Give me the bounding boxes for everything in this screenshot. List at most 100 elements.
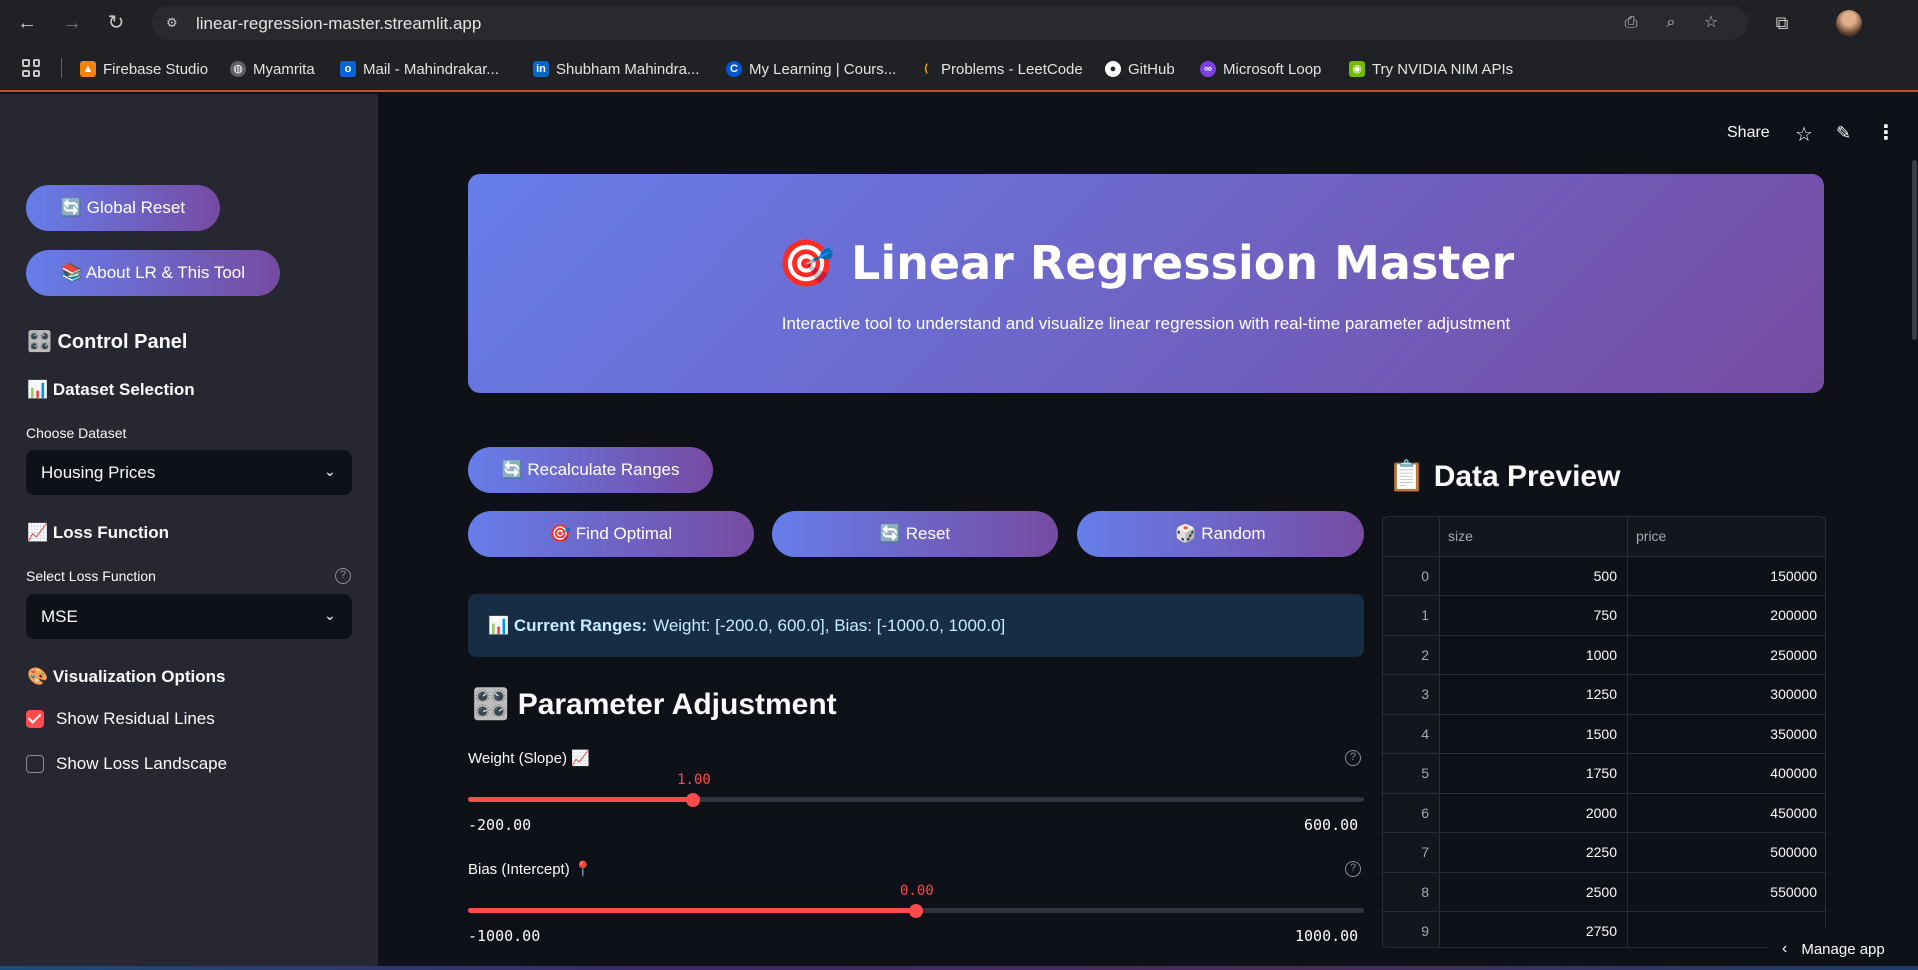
bookmark-star-icon[interactable]: ☆ xyxy=(1700,12,1722,34)
table-row: 4 1500 350000 xyxy=(1383,714,1825,754)
edit-icon[interactable]: ✎ xyxy=(1836,123,1851,144)
help-icon[interactable]: ? xyxy=(1345,861,1361,877)
reload-icon[interactable]: ↻ xyxy=(104,11,128,35)
checkbox-unchecked-icon[interactable] xyxy=(26,755,44,773)
loss-section-heading: 📈 Loss Function xyxy=(27,523,170,542)
bookmark-mail[interactable]: o Mail - Mahindrakar... xyxy=(340,58,499,80)
loss-select[interactable]: MSE ⌄ xyxy=(26,594,352,639)
back-icon[interactable]: ← xyxy=(15,11,39,35)
table-cell: 350000 xyxy=(1770,725,1817,742)
row-index: 4 xyxy=(1383,714,1440,753)
bookmarks-divider xyxy=(61,58,62,78)
leetcode-icon: ⟨ xyxy=(923,63,929,75)
parameter-adjustment-heading: 🎛️ Parameter Adjustment xyxy=(472,688,837,721)
coursera-icon: C xyxy=(726,61,742,77)
table-row: 2 1000 250000 xyxy=(1383,635,1825,675)
table-cell: 750 xyxy=(1440,596,1628,635)
chevron-down-icon: ⌄ xyxy=(324,607,336,623)
browser-toolbar: ← → ↻ ⚙ linear-regression-master.streaml… xyxy=(0,0,1918,46)
url-text[interactable]: linear-regression-master.streamlit.app xyxy=(196,14,481,34)
show-residual-checkbox[interactable]: Show Residual Lines xyxy=(26,709,215,729)
about-button[interactable]: 📚 About LR & This Tool xyxy=(26,250,280,296)
random-button[interactable]: 🎲 Random xyxy=(1077,511,1364,557)
table-cell: 2000 xyxy=(1440,793,1628,832)
row-index: 2 xyxy=(1383,635,1440,674)
bookmark-linkedin[interactable]: in Shubham Mahindra... xyxy=(533,58,699,80)
current-ranges-info: 📊 Current Ranges: Weight: [-200.0, 600.0… xyxy=(468,594,1364,657)
help-icon[interactable]: ? xyxy=(335,568,351,584)
recalculate-ranges-button[interactable]: 🔄 Recalculate Ranges xyxy=(468,447,713,493)
checkbox-checked-icon[interactable] xyxy=(26,710,44,728)
row-index: 9 xyxy=(1383,912,1440,947)
find-optimal-button[interactable]: 🎯 Find Optimal xyxy=(468,511,754,557)
zoom-icon[interactable]: ⌕ xyxy=(1660,12,1682,34)
address-bar[interactable]: ⚙ linear-regression-master.streamlit.app… xyxy=(152,6,1748,40)
table-cell: 400000 xyxy=(1770,765,1817,781)
extensions-icon[interactable]: ⧉ xyxy=(1770,11,1794,35)
dataset-label: Choose Dataset xyxy=(26,425,127,441)
apps-icon[interactable] xyxy=(22,59,40,77)
share-button[interactable]: Share xyxy=(1727,124,1770,142)
install-app-icon[interactable]: ⎙ xyxy=(1620,12,1642,34)
bookmark-github[interactable]: ● GitHub xyxy=(1105,58,1175,80)
column-header[interactable]: price xyxy=(1628,517,1825,556)
table-cell: 200000 xyxy=(1770,607,1817,623)
table-cell: 450000 xyxy=(1770,804,1817,821)
manage-app-button[interactable]: ‹ Manage app xyxy=(1768,928,1918,970)
forward-icon[interactable]: → xyxy=(60,11,84,35)
row-index: 3 xyxy=(1383,675,1440,714)
table-cell: 2250 xyxy=(1440,833,1628,872)
bias-slider-fill xyxy=(468,908,916,913)
bias-slider-thumb[interactable] xyxy=(909,904,923,918)
dataset-section-heading: 📊 Dataset Selection xyxy=(27,380,195,399)
weight-slider-track[interactable] xyxy=(468,797,1364,802)
page-title: 🎯 Linear Regression Master xyxy=(777,236,1515,290)
site-info-icon[interactable]: ⚙ xyxy=(166,15,182,31)
table-cell: 300000 xyxy=(1770,686,1817,702)
weight-slider-value: 1.00 xyxy=(677,772,711,788)
star-icon[interactable]: ☆ xyxy=(1795,122,1813,147)
show-landscape-checkbox[interactable]: Show Loss Landscape xyxy=(26,754,227,774)
column-header[interactable]: size xyxy=(1440,517,1628,556)
more-menu-icon[interactable]: ⋮ xyxy=(1876,120,1896,145)
weight-slider-thumb[interactable] xyxy=(686,793,701,807)
sidebar: 🔄 Global Reset 📚 About LR & This Tool 🎛️… xyxy=(0,94,378,970)
bookmark-myamrita[interactable]: ◍ Myamrita xyxy=(230,58,315,80)
table-cell: 500 xyxy=(1440,556,1628,595)
table-row: 5 1750 400000 xyxy=(1383,754,1825,794)
hero-banner: 🎯 Linear Regression Master Interactive t… xyxy=(468,174,1824,393)
chevron-down-icon: ⌄ xyxy=(324,463,336,479)
bias-slider-max: 1000.00 xyxy=(1295,927,1359,945)
firebase-icon: ▲ xyxy=(80,61,96,77)
global-reset-button[interactable]: 🔄 Global Reset xyxy=(26,185,220,231)
profile-avatar[interactable] xyxy=(1836,10,1862,36)
column-header[interactable] xyxy=(1383,517,1440,556)
bookmark-firebase[interactable]: ▲ Firebase Studio xyxy=(80,58,208,80)
table-row: 9 2750 xyxy=(1383,912,1825,947)
bookmark-coursera[interactable]: C My Learning | Cours... xyxy=(726,58,896,80)
table-row: 7 2250 500000 xyxy=(1383,833,1825,873)
bias-slider-value: 0.00 xyxy=(900,883,934,899)
reset-button[interactable]: 🔄 Reset xyxy=(772,511,1058,557)
help-icon[interactable]: ? xyxy=(1345,750,1361,766)
table-cell: 550000 xyxy=(1770,883,1817,900)
dataset-select[interactable]: Housing Prices ⌄ xyxy=(26,450,352,495)
bias-slider-min: -1000.00 xyxy=(468,927,541,945)
taskbar-edge xyxy=(0,966,1918,970)
table-cell: 1500 xyxy=(1440,714,1628,753)
page-scrollbar[interactable] xyxy=(1912,160,1917,340)
bookmark-leetcode[interactable]: ⟨ Problems - LeetCode xyxy=(918,58,1082,80)
dataset-select-value: Housing Prices xyxy=(41,462,156,482)
loop-icon: ∞ xyxy=(1200,61,1216,77)
weight-slider-min: -200.00 xyxy=(468,816,532,834)
row-index: 5 xyxy=(1383,754,1440,793)
row-index: 6 xyxy=(1383,793,1440,832)
table-cell: 1000 xyxy=(1440,635,1628,674)
bookmark-nvidia[interactable]: ◉ Try NVIDIA NIM APIs xyxy=(1349,58,1513,80)
table-cell: 2500 xyxy=(1440,872,1628,911)
header-actions: Share xyxy=(1727,124,1770,142)
bookmark-loop[interactable]: ∞ Microsoft Loop xyxy=(1200,58,1321,80)
data-preview-table[interactable]: size price 0 500 150000 1 750 200000 2 1000 250000… xyxy=(1382,516,1826,948)
table-row: 3 1250 300000 xyxy=(1383,675,1825,715)
loss-select-value: MSE xyxy=(41,606,78,626)
